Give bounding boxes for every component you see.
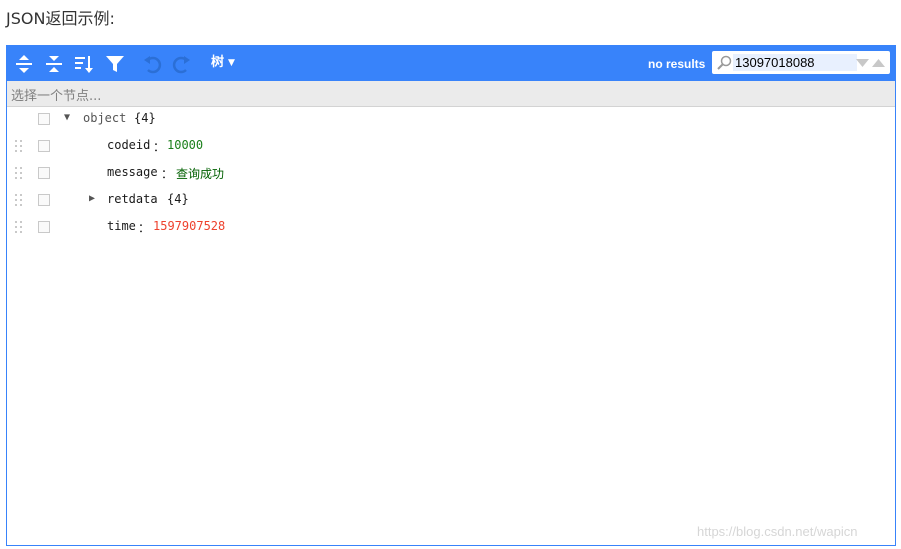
- search-box: [712, 51, 890, 74]
- search-results-count: no results: [648, 57, 706, 71]
- navigation-bar[interactable]: 选择一个节点...: [7, 81, 895, 107]
- context-menu-button[interactable]: [38, 221, 50, 233]
- context-menu-button[interactable]: [38, 140, 50, 152]
- drag-handle-icon[interactable]: [14, 139, 24, 153]
- undo-icon: [144, 56, 162, 74]
- field-separator: ：: [138, 221, 151, 235]
- root-count: {4}: [134, 111, 156, 125]
- sort-button[interactable]: [72, 52, 96, 76]
- field-separator: ：: [161, 167, 174, 181]
- tree-row-root: ▼ object {4}: [7, 108, 895, 130]
- undo-button[interactable]: [140, 52, 164, 76]
- field-key[interactable]: retdata: [107, 192, 158, 206]
- section-heading: JSON返回示例:: [6, 9, 115, 28]
- context-menu-button[interactable]: [38, 194, 50, 206]
- search-input[interactable]: [733, 54, 857, 71]
- sort-icon: [75, 56, 93, 73]
- collapse-all-button[interactable]: [42, 52, 66, 76]
- redo-icon: [172, 56, 190, 74]
- field-key[interactable]: message: [107, 165, 158, 179]
- drag-handle-icon[interactable]: [14, 220, 24, 234]
- drag-handle-icon[interactable]: [14, 193, 24, 207]
- search-previous-button[interactable]: [871, 55, 886, 70]
- tree-row-time: time ： 1597907528: [7, 216, 895, 238]
- json-editor: 树▼ no results 选择一个节点... ▼ object {4}: [6, 45, 896, 546]
- chevron-down-icon: ▼: [228, 58, 235, 68]
- context-menu-button[interactable]: [38, 113, 50, 125]
- tree-row-retdata: ▶ retdata {4}: [7, 189, 895, 211]
- collapsed-arrow-icon[interactable]: ▶: [86, 193, 98, 204]
- expanded-arrow-icon[interactable]: ▼: [61, 112, 73, 123]
- search-next-button[interactable]: [855, 55, 870, 70]
- field-count: {4}: [167, 192, 189, 206]
- root-label: object: [83, 111, 127, 125]
- field-value[interactable]: 查询成功: [176, 165, 224, 182]
- collapse-all-icon: [46, 56, 62, 72]
- mode-dropdown[interactable]: 树 ▼: [211, 54, 235, 72]
- field-key[interactable]: codeid: [107, 138, 150, 152]
- search-icon: [717, 55, 732, 70]
- field-value[interactable]: 10000: [167, 138, 203, 152]
- navigation-placeholder: 选择一个节点...: [11, 89, 102, 104]
- redo-button[interactable]: [170, 52, 194, 76]
- expand-all-button[interactable]: [12, 52, 36, 76]
- context-menu-button[interactable]: [38, 167, 50, 179]
- mode-label: 树: [211, 55, 225, 70]
- filter-icon: [106, 56, 124, 72]
- tree-row-message: message ： 查询成功: [7, 162, 895, 184]
- field-key[interactable]: time: [107, 219, 136, 233]
- field-value[interactable]: 1597907528: [153, 219, 225, 233]
- filter-button[interactable]: [103, 52, 127, 76]
- watermark: https://blog.csdn.net/wapicn: [697, 524, 858, 539]
- tree-row-codeid: codeid ： 10000: [7, 135, 895, 157]
- field-separator: ：: [153, 140, 166, 154]
- editor-toolbar: 树 ▼ no results: [7, 46, 895, 81]
- drag-handle-icon[interactable]: [14, 166, 24, 180]
- expand-all-icon: [16, 55, 32, 73]
